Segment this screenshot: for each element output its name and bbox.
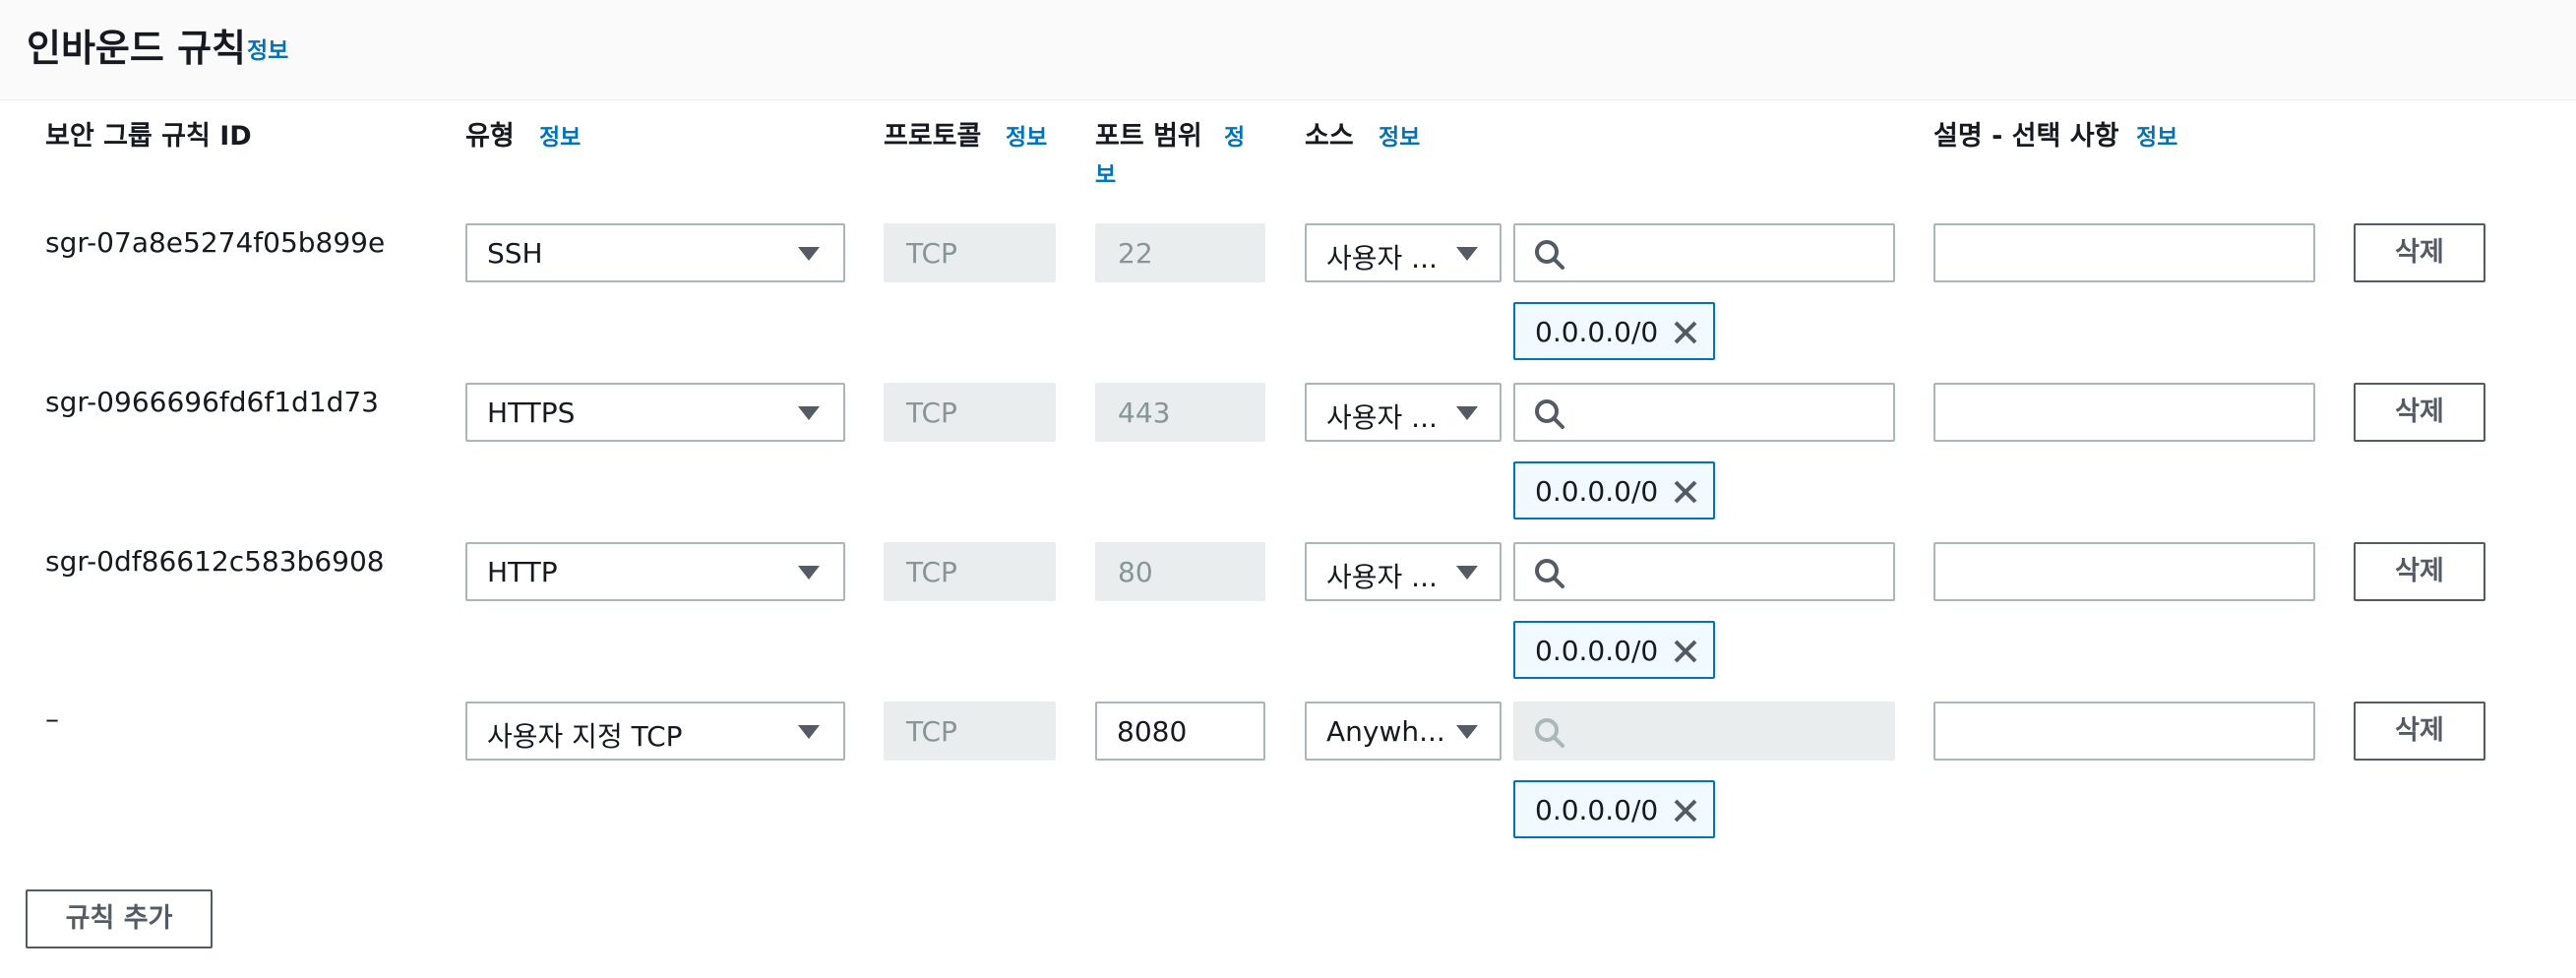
source-type-select[interactable]: Anywh...	[1305, 702, 1502, 761]
type-select-value: HTTPS	[487, 397, 576, 429]
type-select[interactable]: SSH	[465, 223, 845, 282]
delete-button[interactable]: 삭제	[2354, 223, 2485, 282]
protocol-value: TCP	[906, 397, 957, 429]
column-header-description: 설명 - 선택 사항	[1933, 121, 2119, 152]
source-info-link[interactable]: 정보	[1379, 118, 1420, 152]
port-range-value: 22	[1118, 237, 1153, 270]
port-range-value: 8080	[1117, 715, 1188, 748]
protocol-info-link[interactable]: 정보	[1006, 118, 1047, 152]
port-range-value: 443	[1118, 397, 1171, 429]
caret-down-icon	[1456, 247, 1478, 261]
source-type-value: 사용자 ...	[1326, 561, 1438, 593]
type-info-link[interactable]: 정보	[539, 118, 581, 152]
protocol-field: TCP	[884, 702, 1056, 761]
description-input[interactable]	[1933, 542, 2315, 601]
source-search-input[interactable]	[1513, 223, 1895, 282]
protocol-field: TCP	[884, 223, 1056, 282]
column-header-rule-id: 보안 그룹 규칙 ID	[45, 121, 252, 152]
remove-token-icon[interactable]	[1672, 319, 1699, 346]
column-header-port-range: 포트 범위	[1095, 121, 1202, 152]
protocol-field: TCP	[884, 542, 1056, 601]
delete-button[interactable]: 삭제	[2354, 542, 2485, 601]
caret-down-icon	[798, 406, 820, 420]
cidr-token: 0.0.0.0/0	[1513, 621, 1715, 679]
remove-token-icon[interactable]	[1672, 478, 1699, 506]
description-info-link[interactable]: 정보	[2136, 118, 2177, 152]
description-input[interactable]	[1933, 383, 2315, 442]
search-icon	[1535, 559, 1564, 588]
rule-id: –	[45, 703, 59, 735]
protocol-value: TCP	[906, 715, 957, 748]
port-range-field: 443	[1095, 383, 1265, 442]
source-search-input	[1513, 702, 1895, 761]
remove-token-icon[interactable]	[1672, 797, 1699, 825]
type-select[interactable]: HTTPS	[465, 383, 845, 442]
caret-down-icon	[1456, 406, 1478, 420]
source-search-input[interactable]	[1513, 542, 1895, 601]
cidr-token: 0.0.0.0/0	[1513, 461, 1715, 520]
delete-button[interactable]: 삭제	[2354, 383, 2485, 442]
caret-down-icon	[1456, 725, 1478, 739]
cidr-value: 0.0.0.0/0	[1535, 316, 1659, 348]
source-search-input[interactable]	[1513, 383, 1895, 442]
caret-down-icon	[798, 247, 820, 261]
remove-token-icon[interactable]	[1672, 638, 1699, 665]
delete-button[interactable]: 삭제	[2354, 702, 2485, 761]
column-header-type: 유형	[465, 121, 515, 152]
port-range-input[interactable]: 8080	[1095, 702, 1265, 761]
description-input[interactable]	[1933, 702, 2315, 761]
add-rule-button[interactable]: 규칙 추가	[26, 889, 213, 948]
rule-id: sgr-0966696fd6f1d1d73	[45, 386, 379, 418]
type-select-value: HTTP	[487, 556, 558, 588]
source-type-select[interactable]: 사용자 ...	[1305, 383, 1502, 442]
type-select-value: SSH	[487, 237, 543, 270]
cidr-token: 0.0.0.0/0	[1513, 780, 1715, 838]
caret-down-icon	[798, 725, 820, 739]
protocol-field: TCP	[884, 383, 1056, 442]
search-icon	[1535, 240, 1564, 270]
search-icon	[1535, 399, 1564, 429]
protocol-value: TCP	[906, 556, 957, 588]
port-info-link[interactable]: 정	[1224, 118, 1245, 152]
section-title: 인바운드 규칙	[27, 27, 246, 70]
source-type-select[interactable]: 사용자 ...	[1305, 542, 1502, 601]
search-icon	[1535, 718, 1564, 748]
caret-down-icon	[1456, 566, 1478, 580]
column-header-source: 소스	[1305, 121, 1354, 152]
type-select[interactable]: 사용자 지정 TCP	[465, 702, 845, 761]
description-input[interactable]	[1933, 223, 2315, 282]
cidr-value: 0.0.0.0/0	[1535, 794, 1659, 826]
source-type-value: 사용자 ...	[1326, 242, 1438, 275]
protocol-value: TCP	[906, 237, 957, 270]
port-range-value: 80	[1118, 556, 1153, 588]
source-type-value: Anywh...	[1326, 715, 1445, 748]
port-range-field: 80	[1095, 542, 1265, 601]
section-header: 인바운드 규칙 정보	[0, 0, 2576, 100]
cidr-value: 0.0.0.0/0	[1535, 635, 1659, 667]
header-info-link[interactable]: 정보	[247, 31, 288, 65]
type-select-value: 사용자 지정 TCP	[487, 720, 683, 753]
type-select[interactable]: HTTP	[465, 542, 845, 601]
port-info-link-wrap[interactable]: 보	[1095, 155, 1116, 189]
rule-id: sgr-0df86612c583b6908	[45, 545, 385, 578]
source-type-select[interactable]: 사용자 ...	[1305, 223, 1502, 282]
port-range-field: 22	[1095, 223, 1265, 282]
rule-id: sgr-07a8e5274f05b899e	[45, 226, 386, 259]
column-header-protocol: 프로토콜	[884, 121, 982, 152]
caret-down-icon	[798, 566, 820, 580]
cidr-token: 0.0.0.0/0	[1513, 302, 1715, 360]
cidr-value: 0.0.0.0/0	[1535, 475, 1659, 508]
source-type-value: 사용자 ...	[1326, 401, 1438, 434]
